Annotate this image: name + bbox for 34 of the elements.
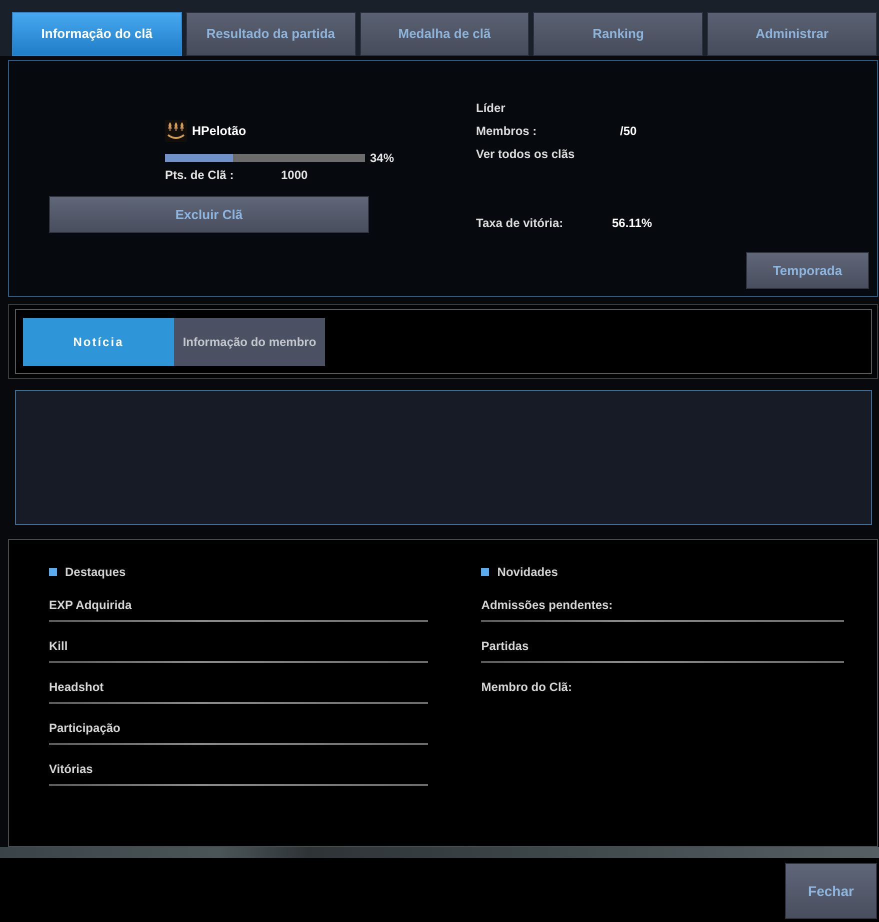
clan-points-value: 1000: [281, 167, 308, 184]
square-bullet-icon: [481, 568, 490, 576]
tab[interactable]: Informação do clã: [12, 12, 182, 56]
news-label: Admissões pendentes:: [481, 597, 614, 613]
square-bullet-icon: [49, 568, 57, 576]
news-title: Novidades: [497, 564, 558, 581]
clan-name: HPelotão: [192, 122, 246, 140]
clan-progress-reading: 34%: [370, 150, 394, 167]
tab[interactable]: Resultado da partida: [186, 12, 356, 56]
stat-label: Kill: [49, 638, 69, 654]
info-label: Membros :: [476, 123, 538, 140]
stat-label: EXP Adquirida: [49, 597, 133, 613]
tab[interactable]: Administrar: [707, 12, 877, 56]
info-value: /50: [620, 123, 637, 140]
tab[interactable]: Ranking: [533, 12, 704, 56]
season-button[interactable]: Temporada: [746, 252, 869, 289]
news-label: Membro do Clã:: [481, 679, 573, 695]
stat-label: Vitórias: [49, 761, 94, 777]
info-label: Ver todos os clãs: [476, 146, 575, 163]
clan-emblem-icon: [165, 120, 187, 142]
highlights-title: Destaques: [65, 564, 126, 581]
stat-label: Participação: [49, 720, 122, 736]
stat-label: Headshot: [49, 679, 105, 695]
win-rate-value: 56.11%: [612, 215, 652, 232]
news-label: Partidas: [481, 638, 530, 654]
close-button[interactable]: Fechar: [785, 863, 877, 919]
win-rate-label: Taxa de vitória:: [476, 215, 564, 232]
sub-tab[interactable]: Notícia: [23, 318, 174, 366]
tab[interactable]: Medalha de clã: [360, 12, 530, 56]
delete-clan-button[interactable]: Excluir Clã: [49, 196, 369, 233]
notice-field[interactable]: [15, 390, 872, 525]
info-label: Líder: [476, 100, 506, 117]
sub-tab[interactable]: Informação do membro: [174, 318, 325, 366]
clan-points-label: Pts. de Clã :: [165, 167, 235, 184]
